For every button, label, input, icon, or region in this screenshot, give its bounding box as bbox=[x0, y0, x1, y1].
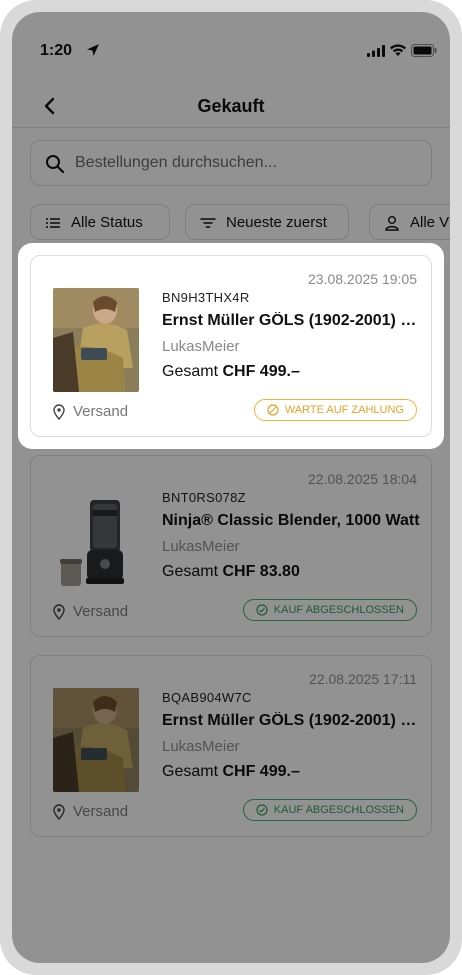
order-total-value: CHF 499.– bbox=[222, 363, 300, 380]
location-arrow-icon bbox=[87, 44, 99, 56]
shipping-label: Versand bbox=[73, 603, 129, 620]
order-seller: LukasMeier bbox=[162, 338, 240, 355]
filter-status-label: Alle Status bbox=[71, 214, 143, 231]
order-title: Ernst Müller GÖLS (1902-2001) Frau im Se… bbox=[162, 312, 422, 329]
sort-button[interactable]: Neueste zuerst bbox=[185, 204, 349, 240]
order-total-value: CHF 83.80 bbox=[222, 563, 300, 580]
filter-person-label: Alle V bbox=[410, 214, 450, 231]
order-id: BNT0RS078Z bbox=[162, 490, 246, 505]
order-total: Gesamt CHF 499.– bbox=[162, 363, 300, 381]
phone-screen: 1:20 Gekauft Alle Status Neueste zuerst … bbox=[12, 12, 450, 963]
battery-icon bbox=[411, 44, 437, 57]
order-total-label: Gesamt bbox=[162, 763, 219, 780]
status-badge: WARTE AUF ZAHLUNG bbox=[253, 399, 417, 421]
list-icon bbox=[46, 218, 60, 228]
order-total: Gesamt CHF 83.80 bbox=[162, 563, 300, 581]
page-title: Gekauft bbox=[197, 96, 265, 116]
check-circle-icon bbox=[256, 604, 268, 616]
order-date: 22.08.2025 18:04 bbox=[308, 471, 417, 487]
location-pin-icon bbox=[53, 404, 65, 420]
status-bar: 1:20 bbox=[12, 12, 450, 84]
order-date: 22.08.2025 17:11 bbox=[309, 671, 417, 687]
painting-thumbnail bbox=[53, 288, 139, 392]
order-card[interactable]: 22.08.2025 18:04 BNT0RS078Z Ninja® Class… bbox=[30, 455, 432, 637]
order-id: BN9H3THX4R bbox=[162, 290, 250, 305]
order-total-value: CHF 499.– bbox=[222, 763, 300, 780]
status-time: 1:20 bbox=[40, 42, 73, 59]
status-label: KAUF ABGESCHLOSSEN bbox=[273, 604, 404, 616]
clock-circle-icon bbox=[267, 404, 279, 416]
painting-thumbnail bbox=[53, 688, 139, 792]
search-input[interactable] bbox=[75, 149, 415, 177]
status-badge: KAUF ABGESCHLOSSEN bbox=[242, 799, 417, 821]
order-title: Ninja® Classic Blender, 1000 Watt bbox=[162, 512, 420, 529]
order-seller: LukasMeier bbox=[162, 538, 240, 555]
location-pin-icon bbox=[53, 604, 65, 620]
search-icon bbox=[46, 155, 65, 174]
filter-person-button[interactable]: Alle V bbox=[369, 204, 450, 240]
wifi-icon bbox=[390, 44, 406, 56]
shipping-label: Versand bbox=[73, 803, 129, 820]
cellular-signal-icon bbox=[367, 45, 385, 57]
sort-icon bbox=[200, 218, 216, 228]
person-icon bbox=[385, 216, 399, 231]
sort-label: Neueste zuerst bbox=[226, 214, 327, 231]
order-card[interactable]: 23.08.2025 19:05 BN9H3THX4R Ernst Müller… bbox=[30, 255, 432, 437]
shipping-label: Versand bbox=[73, 403, 129, 420]
navigation-bar: Gekauft bbox=[12, 84, 450, 128]
order-total-label: Gesamt bbox=[162, 363, 219, 380]
order-date: 23.08.2025 19:05 bbox=[308, 271, 417, 287]
location-pin-icon bbox=[53, 804, 65, 820]
order-total: Gesamt CHF 499.– bbox=[162, 763, 300, 781]
search-bar[interactable] bbox=[30, 140, 432, 186]
order-title: Ernst Müller GÖLS (1902-2001) Frau im Se… bbox=[162, 712, 422, 729]
highlighted-order: 23.08.2025 19:05 BN9H3THX4R Ernst Müller… bbox=[18, 243, 444, 449]
status-badge: KAUF ABGESCHLOSSEN bbox=[242, 599, 417, 621]
status-label: WARTE AUF ZAHLUNG bbox=[284, 404, 404, 416]
order-seller: LukasMeier bbox=[162, 738, 240, 755]
status-label: KAUF ABGESCHLOSSEN bbox=[273, 804, 404, 816]
phone-frame: 1:20 Gekauft Alle Status Neueste zuerst … bbox=[0, 0, 462, 975]
blender-thumbnail bbox=[53, 488, 139, 592]
order-id: BQAB904W7C bbox=[162, 690, 252, 705]
filter-status-button[interactable]: Alle Status bbox=[30, 204, 170, 240]
order-total-label: Gesamt bbox=[162, 563, 219, 580]
order-card[interactable]: 22.08.2025 17:11 BQAB904W7C Ernst Müller… bbox=[30, 655, 432, 837]
check-circle-icon bbox=[256, 804, 268, 816]
filter-chips: Alle Status Neueste zuerst Alle V bbox=[30, 204, 450, 240]
